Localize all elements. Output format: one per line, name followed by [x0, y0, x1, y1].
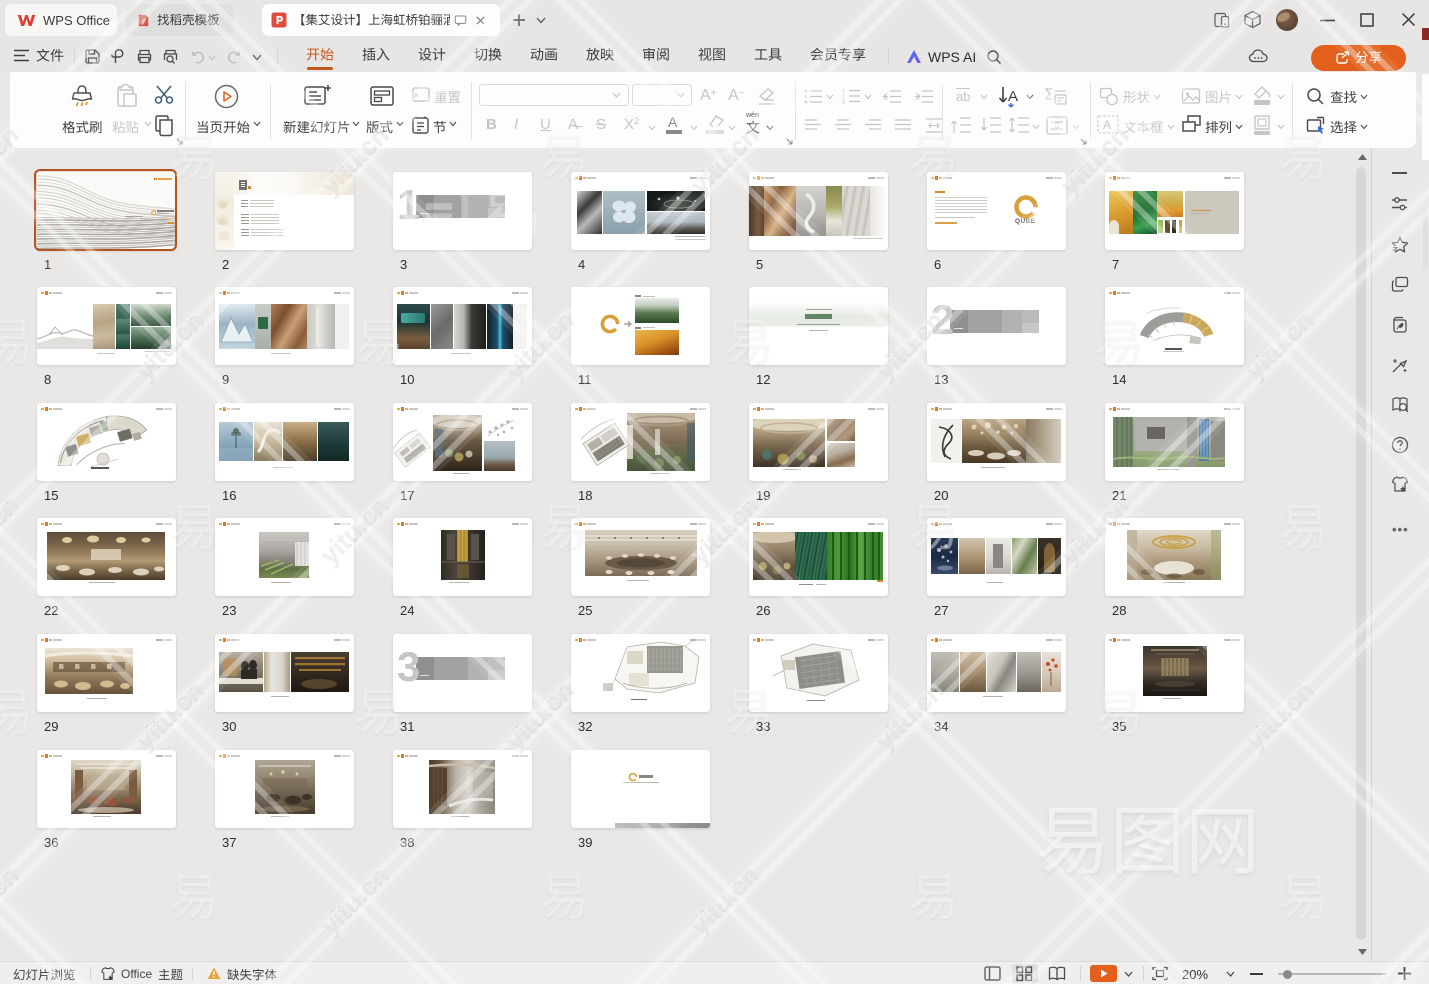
- svg-text:A: A: [1008, 88, 1018, 105]
- svg-text:A: A: [1103, 118, 1111, 132]
- svg-text:3: 3: [842, 100, 845, 104]
